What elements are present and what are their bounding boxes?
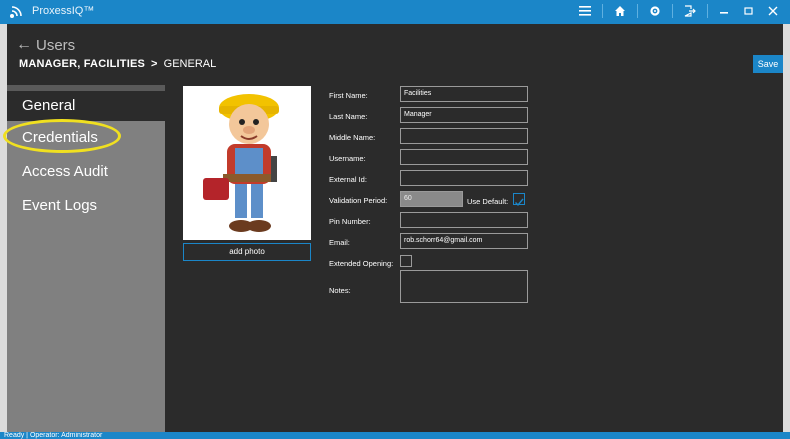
checkmark-icon bbox=[515, 198, 524, 207]
pin-number-label: Pin Number: bbox=[329, 217, 371, 226]
breadcrumb: MANAGER, FACILITIES > GENERAL bbox=[19, 58, 216, 70]
middle-name-label: Middle Name: bbox=[329, 133, 376, 142]
use-default-checkbox[interactable] bbox=[513, 193, 525, 207]
breadcrumb-separator: > bbox=[151, 58, 158, 70]
logout-icon[interactable] bbox=[683, 4, 697, 18]
sidebar: General Credentials Access Audit Event L… bbox=[3, 85, 165, 432]
close-icon[interactable] bbox=[766, 4, 780, 18]
status-bar: Ready | Operator: Administrator bbox=[0, 432, 790, 439]
notes-field[interactable] bbox=[400, 270, 528, 303]
toolbar-divider bbox=[637, 4, 638, 18]
app-logo-icon bbox=[10, 6, 22, 18]
validation-period-field[interactable]: 60 bbox=[400, 191, 463, 207]
toolbar-divider bbox=[707, 4, 708, 18]
maximize-icon[interactable] bbox=[742, 4, 756, 18]
username-field[interactable] bbox=[400, 149, 528, 165]
main-panel: ← Users MANAGER, FACILITIES > GENERAL Sa… bbox=[3, 24, 783, 432]
breadcrumb-section: GENERAL bbox=[163, 58, 217, 70]
middle-name-field[interactable] bbox=[400, 128, 528, 144]
back-link[interactable]: ← Users bbox=[16, 36, 75, 54]
highlight-annotation bbox=[3, 119, 121, 153]
menu-icon[interactable] bbox=[578, 4, 592, 18]
add-photo-button[interactable]: add photo bbox=[183, 243, 311, 261]
status-text: Ready | Operator: Administrator bbox=[4, 432, 103, 439]
first-name-field[interactable]: Facilities bbox=[400, 86, 528, 102]
home-icon[interactable] bbox=[613, 4, 627, 18]
back-label: Users bbox=[36, 36, 76, 54]
email-field[interactable]: rob.schorr64@gmail.com bbox=[400, 233, 528, 249]
sidebar-item-event-logs[interactable]: Event Logs bbox=[7, 191, 165, 221]
arrow-left-icon: ← bbox=[16, 36, 32, 53]
user-photo-image bbox=[203, 94, 279, 232]
breadcrumb-user: MANAGER, FACILITIES bbox=[19, 58, 146, 70]
gear-icon[interactable] bbox=[648, 4, 662, 18]
save-button[interactable]: Save bbox=[753, 55, 783, 73]
first-name-label: First Name: bbox=[329, 91, 368, 100]
pin-number-field[interactable] bbox=[400, 212, 528, 228]
external-id-label: External Id: bbox=[329, 175, 367, 184]
minimize-icon[interactable] bbox=[718, 4, 732, 18]
sidebar-item-general[interactable]: General bbox=[7, 91, 165, 121]
last-name-field[interactable]: Manager bbox=[400, 107, 528, 123]
external-id-field[interactable] bbox=[400, 170, 528, 186]
sidebar-item-access-audit[interactable]: Access Audit bbox=[7, 157, 165, 187]
use-default-label: Use Default: bbox=[467, 197, 509, 206]
app-title: ProxessIQ™ bbox=[32, 5, 95, 17]
user-photo bbox=[183, 86, 311, 240]
notes-label: Notes: bbox=[329, 286, 351, 295]
toolbar-divider bbox=[602, 4, 603, 18]
toolbar-divider bbox=[672, 4, 673, 18]
username-label: Username: bbox=[329, 154, 366, 163]
extended-opening-label: Extended Opening: bbox=[329, 259, 394, 268]
last-name-label: Last Name: bbox=[329, 112, 368, 121]
validation-period-label: Validation Period: bbox=[329, 196, 388, 205]
email-label: Email: bbox=[329, 238, 350, 247]
title-bar: ProxessIQ™ bbox=[0, 0, 790, 24]
extended-opening-checkbox[interactable] bbox=[400, 255, 412, 267]
